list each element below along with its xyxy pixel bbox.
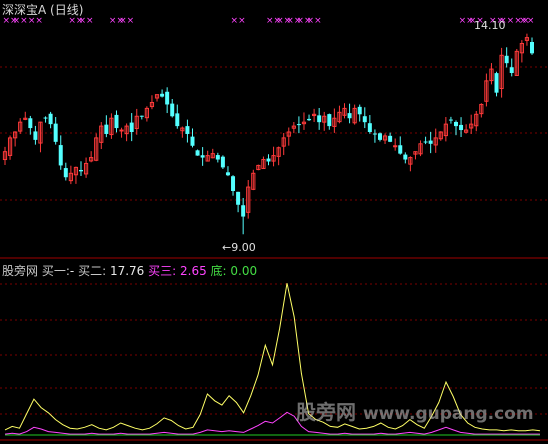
candle-body-down: [357, 106, 362, 115]
candle-body-down: [347, 113, 352, 119]
high-price-label: 14.10: [474, 19, 506, 32]
candle-body-down: [190, 136, 195, 146]
signal-marker: ××: [519, 16, 534, 26]
candle-body-down: [362, 116, 367, 123]
candle-body-down: [317, 115, 322, 123]
candle-body-down: [423, 141, 428, 143]
candle-body-down: [236, 191, 241, 205]
indicator-header: 股旁网 买一:- 买二: 17.76 买三: 2.65 底: 0.00: [2, 262, 257, 279]
buy2-value: 17.76: [109, 264, 145, 278]
grid-lines: [0, 66, 548, 415]
candle-body-down: [170, 103, 175, 117]
candlestick-series: [2, 33, 534, 235]
candle-body-down: [58, 145, 63, 166]
candle-body-down: [504, 55, 509, 64]
sell1-value: -: [69, 264, 75, 278]
watermark: 股旁网 www.gupang.com: [296, 396, 534, 425]
candle-body-down: [200, 155, 205, 158]
candle-body-down: [494, 73, 499, 93]
candle-body-down: [114, 114, 119, 129]
signal-marker: ××: [119, 16, 134, 26]
candle-body-down: [327, 114, 332, 127]
candle-body-down: [220, 156, 225, 168]
candle-body-down: [28, 118, 33, 129]
candle-body-down: [231, 176, 236, 191]
candle-body-down: [104, 124, 109, 134]
candle-body-down: [372, 133, 377, 135]
candle-body-down: [43, 117, 48, 119]
candle-body-down: [48, 113, 53, 125]
candle-body-down: [225, 172, 230, 176]
candle-body-down: [307, 118, 312, 121]
buy3-label: 买三:: [148, 264, 177, 278]
buy2-label: 买二:: [78, 264, 107, 278]
candle-body-up: [393, 145, 398, 148]
candle-body-down: [175, 113, 180, 127]
candle-body-down: [160, 93, 165, 97]
candle-body-down: [165, 91, 170, 105]
low-price-label: ←9.00: [222, 241, 256, 254]
candle-body-down: [530, 41, 534, 54]
candle-body-down: [195, 150, 200, 156]
chart-canvas: ×××× ×× ×××× ×××× ×× ×××××××××× ×××× ×××× ××××: [0, 16, 548, 441]
buy3-value: 2.65: [180, 264, 207, 278]
chart-title: 深深宝A (日线): [2, 3, 84, 17]
candle-body-down: [428, 140, 433, 144]
candle-body-down: [266, 158, 271, 162]
candle-body-down: [377, 133, 382, 140]
candle-body-down: [139, 115, 144, 117]
candle-body-down: [129, 122, 134, 132]
candle-body-down: [63, 168, 68, 178]
bottom-label: 底:: [210, 264, 227, 278]
candle-body-down: [459, 124, 464, 131]
candle-body-down: [215, 155, 220, 160]
bottom-value: 0.00: [230, 264, 258, 278]
candle-body-down: [367, 123, 372, 132]
candle-body-down: [33, 131, 38, 140]
indicator-name: 股旁网: [2, 264, 39, 278]
candle-body-down: [296, 124, 301, 126]
candle-body-down: [509, 67, 514, 73]
signal-marker: ××: [231, 16, 246, 26]
candle-body-down: [388, 135, 393, 142]
candle-body-up: [119, 129, 124, 132]
candle-body-down: [53, 123, 58, 142]
candle-body-down: [403, 154, 408, 160]
candle-body-down: [79, 169, 84, 172]
signal-marker: ××: [307, 16, 322, 26]
candle-body-down: [453, 121, 458, 127]
sell1-label: 买一:: [41, 264, 70, 278]
watermark-text: 股旁网: [296, 400, 356, 424]
candle-body-down: [448, 119, 453, 121]
candle-body-down: [185, 126, 190, 134]
candle-body-down: [241, 205, 246, 217]
candle-body-down: [398, 145, 403, 154]
watermark-site: www.gupang.com: [362, 404, 534, 424]
